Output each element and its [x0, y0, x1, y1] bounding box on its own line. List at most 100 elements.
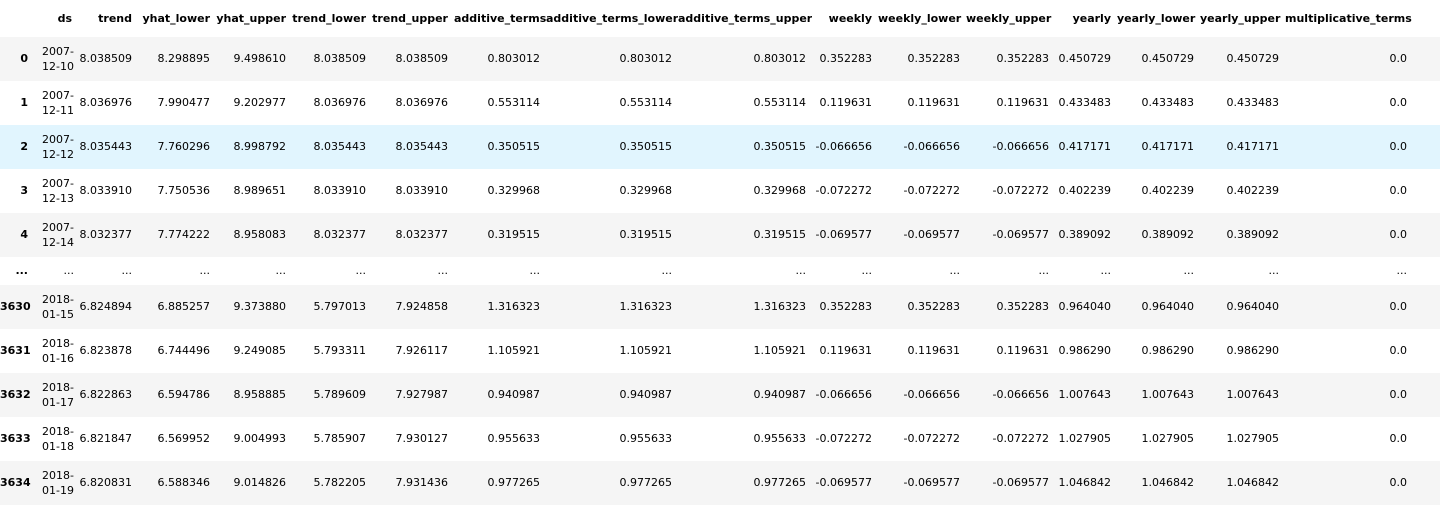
cell-yearly-upper: 1.027905	[1226, 432, 1280, 445]
cell-yhat-upper: 9.004993	[233, 432, 287, 445]
cell-yearly-upper: 0.417171	[1226, 140, 1280, 153]
table-row: 0 2007- 12-10 8.038509 8.298895 9.498610 8.038…	[0, 36, 1440, 81]
row-index: ...	[15, 264, 28, 277]
cell-weekly: 0.352283	[819, 52, 873, 66]
cell-weekly-upper: -0.072272	[992, 432, 1049, 445]
table-row: 1 2007- 12-11 8.036976 7.990477 9.202977 8.036…	[0, 80, 1440, 125]
cell-additive-terms: 1.316323	[487, 300, 541, 313]
cell-trend-lower: 8.035443	[313, 140, 367, 153]
cell-additive-terms-upper: 1.316323	[753, 300, 807, 313]
cell-weekly: -0.066656	[815, 388, 872, 401]
column-header-additive-terms-lower: additive_terms_lower	[546, 0, 678, 37]
cell-trend: 6.822863	[79, 388, 133, 401]
cell-yearly: 0.964040	[1058, 300, 1112, 313]
cell-trend-upper: 7.927987	[395, 388, 449, 401]
ds-line-1: 2007-	[42, 44, 74, 58]
cell-yearly-lower: ...	[1183, 264, 1195, 277]
cell-additive-terms-lower: 0.940987	[619, 388, 673, 401]
column-header-trend-lower: trend_lower	[292, 0, 372, 37]
ds-line-2: 01-19	[42, 483, 74, 497]
cell-yearly: 0.986290	[1058, 344, 1112, 357]
cell-trend: 8.038509	[79, 52, 133, 66]
cell-multiplicative-terms: 0.0	[1389, 52, 1408, 66]
cell-yearly-lower: 0.964040	[1141, 300, 1195, 313]
cell-trend-lower: 8.038509	[313, 52, 367, 66]
cell-trend-lower: 5.797013	[313, 300, 367, 313]
cell-trend-lower: 5.785907	[313, 432, 367, 445]
cell-ds: 2018- 01-16	[34, 329, 78, 373]
cell-yearly: 1.007643	[1058, 388, 1112, 401]
cell-trend: 6.821847	[79, 432, 133, 445]
cell-additive-terms-lower: 0.350515	[619, 140, 673, 153]
cell-truncated	[1413, 169, 1440, 213]
row-index: 1	[20, 96, 28, 109]
column-header-yhat-lower: yhat_lower	[138, 0, 216, 37]
cell-weekly-upper: 0.119631	[996, 96, 1050, 109]
cell-trend-lower: 5.793311	[313, 344, 367, 357]
cell-yhat-lower: 7.760296	[157, 140, 211, 153]
cell-yearly-lower: 1.027905	[1141, 432, 1195, 445]
ds-line-2: 12-10	[42, 59, 74, 73]
cell-trend-upper: 7.924858	[395, 300, 449, 313]
ds-line-1: 2018-	[42, 380, 74, 394]
cell-yearly-upper: 1.046842	[1226, 476, 1280, 489]
cell-yearly: 0.433483	[1058, 96, 1112, 109]
cell-trend: 8.032377	[79, 228, 133, 241]
cell-yearly-upper: 0.402239	[1226, 184, 1280, 197]
column-header-multiplicative-terms: multiplicative_terms	[1285, 0, 1413, 37]
cell-truncated	[1413, 125, 1440, 169]
cell-weekly: -0.069577	[815, 476, 872, 489]
cell-multiplicative-terms: 0.0	[1389, 388, 1408, 401]
column-header-additive-terms-upper: additive_terms_upper	[678, 0, 812, 37]
cell-yhat-upper: 9.249085	[233, 344, 287, 357]
cell-yhat-upper: ...	[275, 264, 287, 277]
cell-trend-upper: 8.035443	[395, 140, 449, 153]
cell-multiplicative-terms: ...	[1396, 264, 1408, 277]
cell-additive-terms: 0.350515	[487, 140, 541, 153]
cell-weekly-upper: 0.352283	[996, 300, 1050, 313]
cell-yhat-upper: 8.958083	[233, 228, 287, 241]
cell-yhat-upper: 8.989651	[233, 184, 287, 197]
cell-truncated	[1413, 257, 1440, 285]
cell-weekly-lower: -0.069577	[903, 228, 960, 241]
cell-truncated	[1413, 373, 1440, 417]
cell-yearly-upper: 0.964040	[1226, 300, 1280, 313]
cell-trend-lower: 8.036976	[313, 96, 367, 109]
cell-yhat-lower: 6.569952	[157, 432, 211, 445]
cell-ds: ...	[34, 257, 78, 285]
cell-trend: 8.036976	[79, 96, 133, 109]
header-row: ds trend yhat_lower yhat_upper trend_lower tr…	[0, 0, 1440, 37]
cell-yearly-upper: 0.433483	[1226, 96, 1280, 109]
cell-truncated	[1413, 37, 1440, 81]
cell-yhat-lower: 8.298895	[157, 52, 211, 66]
ds-line-2: 12-14	[42, 235, 74, 249]
cell-additive-terms: 0.319515	[487, 228, 541, 241]
cell-trend: 6.823878	[79, 344, 133, 357]
ds-line-1: 2007-	[42, 132, 74, 146]
ds-line-2: 01-16	[42, 351, 74, 365]
cell-ds: 2007- 12-12	[34, 125, 78, 169]
cell-trend-lower: 8.032377	[313, 228, 367, 241]
cell-weekly: -0.066656	[815, 140, 872, 153]
cell-weekly-upper: 0.352283	[996, 52, 1050, 66]
cell-yearly: 0.417171	[1058, 140, 1112, 153]
cell-multiplicative-terms: 0.0	[1389, 300, 1408, 313]
cell-yhat-upper: 9.202977	[233, 96, 287, 109]
cell-weekly-lower: -0.072272	[903, 184, 960, 197]
ds-line-1: 2018-	[42, 336, 74, 350]
cell-ds: 2007- 12-13	[34, 169, 78, 213]
cell-yearly-upper: 0.986290	[1226, 344, 1280, 357]
cell-truncated	[1413, 285, 1440, 329]
cell-yhat-lower: 6.744496	[157, 344, 211, 357]
cell-yhat-lower: ...	[199, 264, 211, 277]
column-header-additive-terms: additive_terms	[454, 0, 546, 37]
cell-additive-terms-lower: 1.105921	[619, 344, 673, 357]
cell-trend: 6.824894	[79, 300, 133, 313]
row-index: 3634	[0, 476, 31, 489]
cell-trend-lower: 8.033910	[313, 184, 367, 197]
table-row: 3 2007- 12-13 8.033910 7.750536 8.989651 8.033…	[0, 168, 1440, 213]
cell-additive-terms: 0.955633	[487, 432, 541, 445]
table-row: 3634 2018- 01-19 6.820831 6.588346 9.014826 5.…	[0, 460, 1440, 505]
cell-trend-upper: 7.930127	[395, 432, 449, 445]
cell-weekly-upper: 0.119631	[996, 344, 1050, 357]
